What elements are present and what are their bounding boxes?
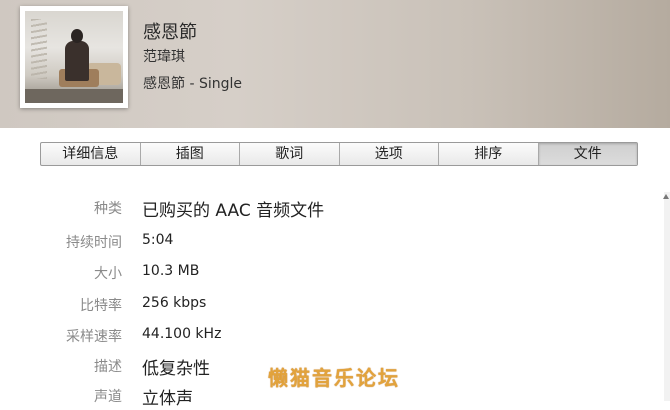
detail-label: 采样速率 [66, 329, 122, 345]
vertical-scrollbar[interactable] [664, 192, 670, 401]
detail-label: 大小 [94, 266, 122, 282]
detail-row-duration: 持续时间 5:04 [0, 232, 660, 256]
detail-label: 声道 [94, 389, 122, 405]
info-tab-bar: 详细信息 插图 歌词 选项 排序 文件 [40, 142, 638, 166]
tab-details[interactable]: 详细信息 [41, 143, 141, 165]
detail-value: 10.3 MB [142, 263, 200, 279]
tab-lyrics[interactable]: 歌词 [240, 143, 340, 165]
song-artist: 范瑋琪 [143, 49, 185, 65]
detail-value: 低复杂性 [142, 359, 210, 379]
detail-row-sample-rate: 采样速率 44.100 kHz [0, 326, 660, 350]
artwork-person-head [71, 29, 83, 43]
detail-label: 描述 [94, 359, 122, 375]
artwork-plant [31, 19, 47, 79]
tab-sorting[interactable]: 排序 [439, 143, 539, 165]
artwork-person [65, 41, 89, 81]
detail-label: 持续时间 [66, 235, 122, 251]
detail-value: 44.100 kHz [142, 326, 222, 342]
song-header: 感恩節 范瑋琪 感恩節 - Single [0, 0, 670, 128]
detail-row-bitrate: 比特率 256 kbps [0, 295, 660, 319]
album-artwork[interactable] [20, 6, 128, 108]
song-title: 感恩節 [143, 22, 197, 43]
song-album: 感恩節 - Single [143, 76, 242, 92]
detail-row-size: 大小 10.3 MB [0, 263, 660, 287]
tab-file[interactable]: 文件 [538, 143, 637, 165]
detail-value: 已购买的 AAC 音频文件 [142, 201, 325, 221]
forum-watermark: 懒猫音乐论坛 [258, 360, 410, 393]
detail-label: 种类 [94, 201, 122, 217]
detail-row-kind: 种类 已购买的 AAC 音频文件 [0, 198, 660, 222]
tab-artwork[interactable]: 插图 [141, 143, 240, 165]
detail-value: 立体声 [142, 389, 193, 409]
tab-options[interactable]: 选项 [340, 143, 439, 165]
detail-label: 比特率 [80, 298, 122, 314]
detail-value: 256 kbps [142, 295, 207, 311]
artwork-floor [25, 89, 123, 103]
detail-value: 5:04 [142, 232, 174, 248]
album-artwork-image [25, 11, 123, 103]
scroll-up-arrow-icon[interactable] [663, 194, 669, 199]
